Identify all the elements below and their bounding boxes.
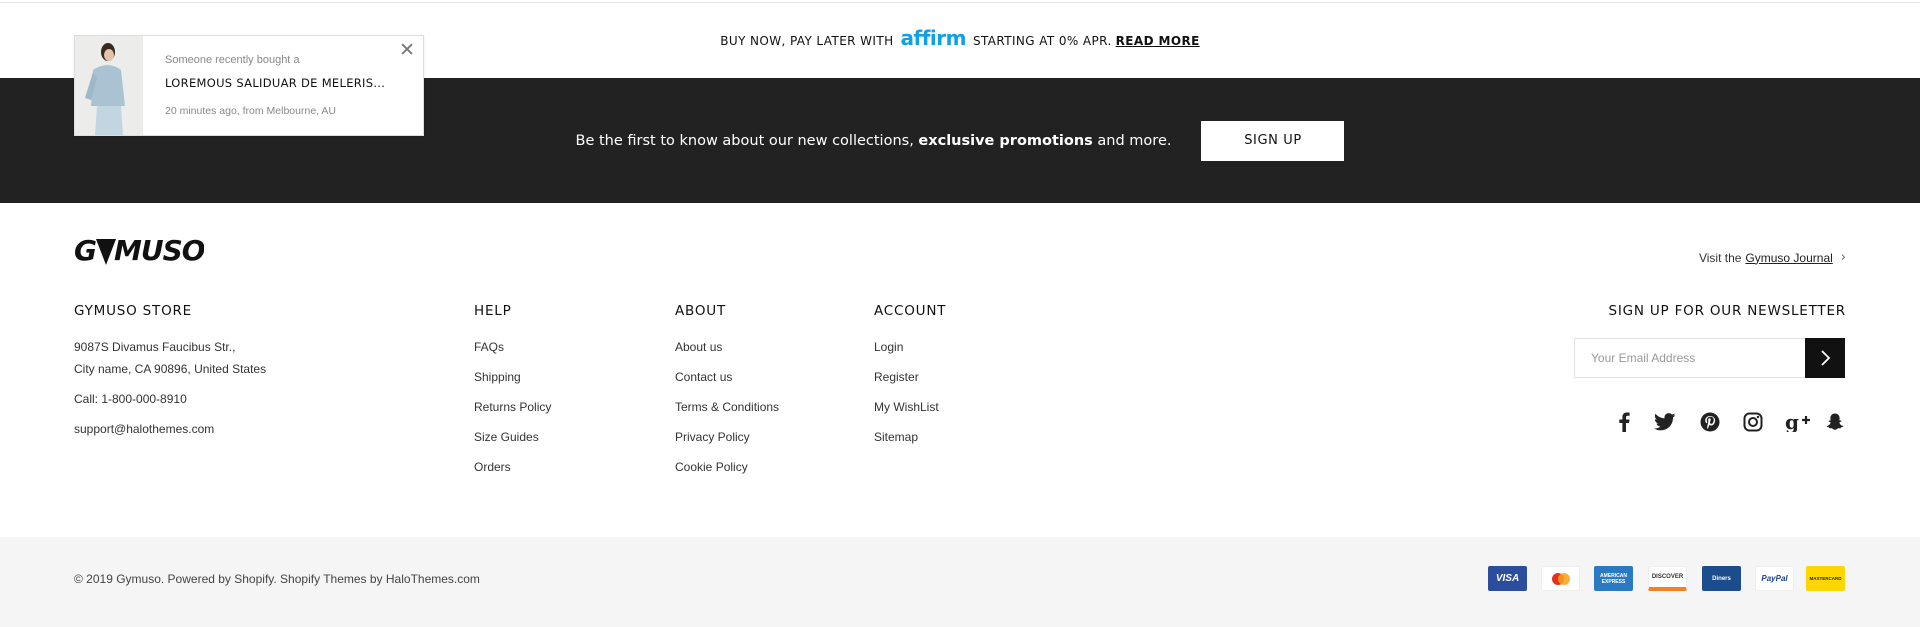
svg-text:G: G xyxy=(74,234,96,267)
newsletter-heading: SIGN UP FOR OUR NEWSLETTER xyxy=(1608,303,1846,319)
popup-meta-text: 20 minutes ago, from Melbourne, AU xyxy=(165,105,337,117)
mastercard-icon xyxy=(1541,566,1580,591)
help-link-shipping[interactable]: Shipping xyxy=(474,370,521,384)
amex-icon: AMERICAN EXPRESS xyxy=(1594,566,1633,591)
visa-icon: VISA xyxy=(1488,566,1527,591)
about-link-contact[interactable]: Contact us xyxy=(675,370,732,384)
help-heading: HELP xyxy=(474,303,512,319)
about-link-privacy[interactable]: Privacy Policy xyxy=(675,430,750,444)
instagram-icon[interactable] xyxy=(1741,410,1765,434)
gymuso-logo[interactable]: G MUSO xyxy=(74,233,206,274)
help-link-orders[interactable]: Orders xyxy=(474,460,511,474)
facebook-icon[interactable] xyxy=(1612,410,1636,434)
sign-up-button[interactable]: SIGN UP xyxy=(1201,120,1345,161)
promo-prefix: BUY NOW, PAY LATER WITH xyxy=(720,33,894,48)
svg-text:MUSO: MUSO xyxy=(114,234,204,267)
about-heading: ABOUT xyxy=(675,303,727,319)
account-link-login[interactable]: Login xyxy=(874,340,903,354)
mastercard-alt-icon: MASTERCARD xyxy=(1806,566,1845,591)
copyright-text: © 2019 Gymuso. Powered by Shopify. Shopi… xyxy=(74,572,480,586)
chevron-right-icon xyxy=(1821,350,1831,366)
store-email[interactable]: support@halothemes.com xyxy=(74,422,214,436)
strip-text-bold: exclusive promotions xyxy=(918,132,1093,149)
account-link-wishlist[interactable]: My WishList xyxy=(874,400,939,414)
account-link-sitemap[interactable]: Sitemap xyxy=(874,430,918,444)
about-link-about-us[interactable]: About us xyxy=(675,340,722,354)
pinterest-icon[interactable] xyxy=(1698,410,1722,434)
chevron-right-icon[interactable]: › xyxy=(1841,250,1846,265)
twitter-icon[interactable] xyxy=(1653,410,1677,434)
about-link-cookie[interactable]: Cookie Policy xyxy=(675,460,748,474)
account-link-register[interactable]: Register xyxy=(874,370,919,384)
diners-club-icon: Diners xyxy=(1702,566,1741,591)
store-phone[interactable]: Call: 1-800-000-8910 xyxy=(74,392,187,406)
popup-product-link[interactable]: LOREMOUS SALIDUAR DE MELERIS... xyxy=(165,76,385,90)
popup-intro-text: Someone recently bought a xyxy=(165,54,300,66)
about-link-terms[interactable]: Terms & Conditions xyxy=(675,400,779,414)
close-icon[interactable]: ✕ xyxy=(399,41,415,60)
svg-text:g: g xyxy=(1785,412,1799,432)
store-address-1: 9087S Divamus Faucibus Str., xyxy=(74,340,236,354)
store-address-2: City name, CA 90896, United States xyxy=(74,362,267,376)
discover-icon: DISCOVER xyxy=(1648,566,1687,591)
newsletter-email-input[interactable] xyxy=(1574,338,1805,378)
newsletter-strip-message: Be the first to know about our new colle… xyxy=(576,133,1172,149)
help-link-faqs[interactable]: FAQs xyxy=(474,340,504,354)
account-heading: ACCOUNT xyxy=(874,303,947,319)
recent-purchase-popup[interactable]: ✕ Someone recently bought a LOREMOUS SAL… xyxy=(74,35,424,136)
snapchat-icon[interactable] xyxy=(1823,410,1847,434)
help-link-size-guides[interactable]: Size Guides xyxy=(474,430,539,444)
affirm-logo: affirm xyxy=(900,25,967,50)
journal-link[interactable]: Gymuso Journal xyxy=(1745,251,1832,265)
product-thumbnail[interactable] xyxy=(75,36,143,135)
journal-prefix: Visit the xyxy=(1698,250,1742,265)
read-more-link[interactable]: READ MORE xyxy=(1116,34,1200,48)
google-plus-icon[interactable]: g xyxy=(1784,410,1812,434)
newsletter-submit-button[interactable] xyxy=(1805,338,1845,378)
promo-suffix: STARTING AT 0% APR. xyxy=(972,33,1112,48)
paypal-icon: PayPal xyxy=(1755,566,1794,591)
strip-text-after: and more. xyxy=(1092,132,1172,149)
store-heading: GYMUSO STORE xyxy=(74,303,193,319)
help-link-returns[interactable]: Returns Policy xyxy=(474,400,551,414)
strip-text-before: Be the first to know about our new colle… xyxy=(575,132,919,149)
journal-link-row: Visit the Gymuso Journal › xyxy=(1699,250,1846,265)
